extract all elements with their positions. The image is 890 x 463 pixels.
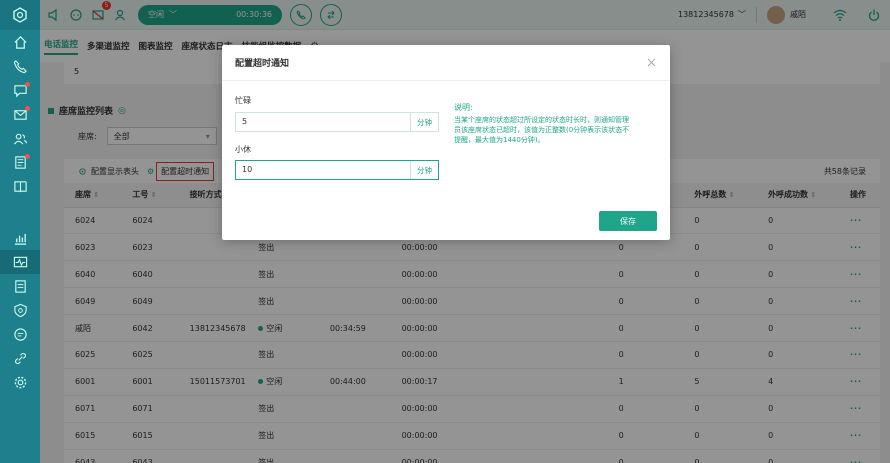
book-icon [13, 180, 27, 192]
sidebar-item-gear[interactable] [0, 370, 40, 394]
save-button[interactable]: 保存 [599, 211, 657, 231]
timeout-config-dialog: 配置超时通知 忙碌 5 分钟 小休 10 分钟 说明: 当某个座席的状态超过所设… [222, 45, 670, 240]
rest-minutes-field[interactable]: 10 分钟 [235, 160, 439, 180]
sidebar-item-list[interactable] [0, 150, 40, 174]
close-icon[interactable] [645, 57, 657, 69]
phone-icon [13, 59, 27, 73]
sidebar-item-mail[interactable] [0, 102, 40, 126]
home-icon [13, 35, 27, 49]
sidebar-item-chart[interactable] [0, 226, 40, 250]
sidebar-item-message[interactable] [0, 322, 40, 346]
sidebar-item-shield[interactable] [0, 298, 40, 322]
app-logo[interactable] [0, 0, 40, 30]
monitor-icon [13, 256, 27, 267]
rest-label: 小休 [235, 145, 251, 154]
link-icon [14, 352, 26, 364]
rest-unit: 分钟 [410, 161, 438, 179]
unread-dot [25, 82, 30, 87]
dialog-title: 配置超时通知 [235, 59, 290, 69]
gear-icon [14, 376, 26, 388]
contacts-icon [13, 133, 27, 144]
shield-icon [13, 303, 27, 317]
explanation-title: 说明: [454, 103, 473, 112]
report-icon [14, 279, 26, 293]
explanation-text: 当某个座席的状态超过所设定的状态时长时，则通知管理员该座席状态已超时，该值为正整… [454, 116, 630, 144]
sidebar-item-home[interactable] [0, 30, 40, 54]
chart-icon [14, 233, 26, 245]
sidebar-item-monitor[interactable] [0, 250, 40, 274]
logo-icon [13, 7, 27, 23]
rest-minutes-value[interactable]: 10 [236, 161, 410, 179]
unread-dot [25, 106, 30, 111]
unread-dot [25, 154, 30, 159]
message-icon [13, 327, 27, 341]
sidebar-item-chat[interactable] [0, 78, 40, 102]
busy-label: 忙碌 [235, 96, 251, 105]
sidebar-item-link[interactable] [0, 346, 40, 370]
sidebar [0, 0, 40, 463]
sidebar-item-report[interactable] [0, 274, 40, 298]
explanation: 说明: 当某个座席的状态超过所设定的状态时长时，则通知管理员该座席状态已超时，该… [454, 103, 634, 145]
busy-minutes-value[interactable]: 5 [236, 113, 410, 131]
busy-unit: 分钟 [410, 113, 438, 131]
sidebar-item-phone[interactable] [0, 54, 40, 78]
sidebar-item-contacts[interactable] [0, 126, 40, 150]
sidebar-item-book[interactable] [0, 174, 40, 198]
busy-minutes-field[interactable]: 5 分钟 [235, 112, 439, 132]
